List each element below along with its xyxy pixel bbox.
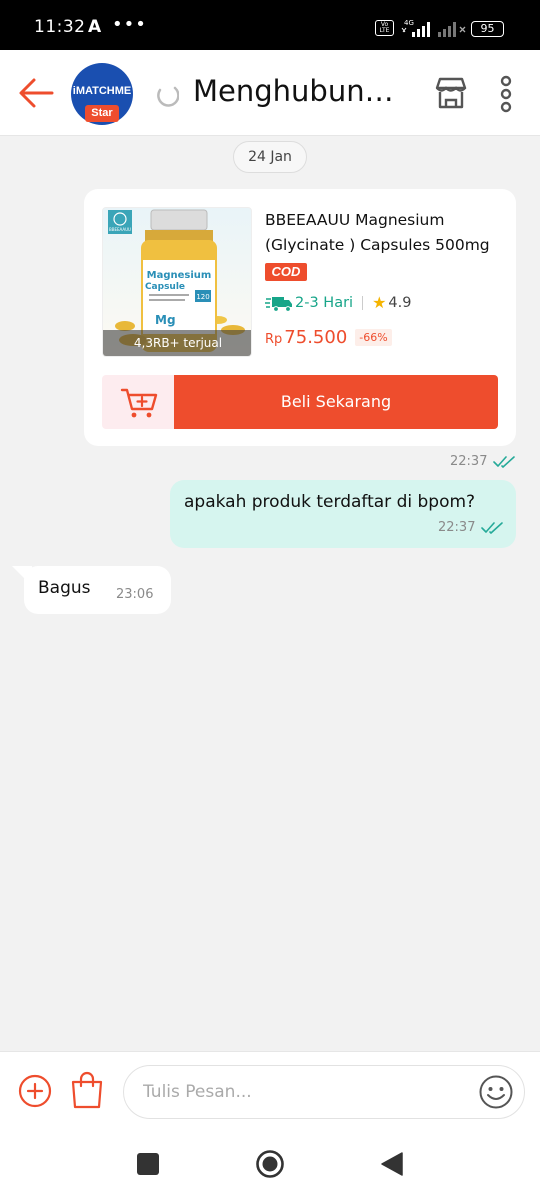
buy-now-button[interactable]: Beli Sekarang — [174, 375, 498, 429]
message-time: 23:06 — [116, 587, 154, 602]
signal-icon: 4G — [401, 19, 466, 37]
page-title: Menghubungkan... — [193, 74, 408, 108]
message-input[interactable] — [123, 1065, 525, 1119]
message-composer — [0, 1051, 540, 1129]
divider — [362, 296, 364, 310]
shopping-bag-icon[interactable] — [68, 1070, 106, 1110]
product-card-meta: 22:37 — [450, 454, 517, 469]
message-text: apakah produk terdaftar di bpom? — [184, 492, 476, 512]
network-type-label: 4G — [404, 19, 414, 27]
store-icon[interactable] — [432, 74, 470, 112]
discount-badge: -66% — [355, 329, 392, 346]
add-to-cart-button[interactable] — [102, 375, 174, 429]
add-cart-icon — [120, 388, 158, 418]
product-title[interactable]: BBEEAAUU Magnesium (Glycinate ) Capsules… — [265, 208, 497, 258]
star-badge: Star — [85, 105, 119, 122]
message-text: Bagus — [38, 578, 91, 598]
shop-avatar[interactable]: iMATCHME Star — [71, 63, 133, 125]
image-name-line1: Magnesium — [147, 270, 212, 281]
image-name-line2: Capsule — [145, 282, 185, 292]
avatar-brand-label: iMATCHME — [72, 85, 132, 97]
truck-icon — [265, 297, 292, 312]
system-nav-bar — [0, 1129, 540, 1200]
product-card[interactable]: BBEEAAUU Magnesium Capsule 120 Mg 4,3RB+… — [84, 189, 516, 446]
status-time: 11:32 — [34, 17, 86, 37]
home-button[interactable] — [255, 1149, 285, 1179]
plus-circle-icon[interactable] — [18, 1074, 52, 1108]
date-separator: 24 Jan — [233, 141, 307, 173]
nav-back-button[interactable] — [380, 1151, 404, 1177]
message-time: 22:37 — [450, 454, 488, 469]
shipping-row: 2-3 Hari ★ 4.9 — [265, 292, 411, 314]
status-bar: 11:32 A ••• Vo LTE 4G 95 — [0, 0, 540, 50]
image-symbol: Mg — [155, 313, 176, 327]
chat-header: iMATCHME Star Menghubungkan... — [0, 50, 540, 136]
sold-count: 4,3RB+ terjual — [103, 330, 251, 356]
price-amount: 75.500 — [284, 327, 348, 348]
cod-badge: COD — [265, 263, 307, 281]
volte-icon: Vo LTE — [375, 20, 394, 36]
image-count: 120 — [196, 293, 209, 301]
read-tick-icon — [493, 455, 516, 468]
loading-spinner-icon — [157, 86, 179, 107]
message-time: 22:37 — [438, 520, 476, 535]
read-tick-icon — [481, 521, 504, 534]
emoji-icon[interactable] — [478, 1074, 514, 1110]
price-currency: Rp — [265, 332, 283, 347]
incoming-message[interactable]: Bagus 23:06 — [24, 566, 171, 614]
recent-apps-button[interactable] — [137, 1153, 159, 1175]
shipping-time: 2-3 Hari — [295, 295, 354, 311]
price-row: Rp 75.500 -66% — [265, 327, 392, 353]
back-arrow-icon[interactable] — [16, 73, 56, 113]
status-more-icon: ••• — [112, 14, 147, 35]
image-brand-text: BBEEAAUU — [109, 227, 131, 232]
more-vertical-icon[interactable] — [494, 74, 518, 114]
rating-value: 4.9 — [388, 295, 412, 311]
product-image[interactable]: BBEEAAUU Magnesium Capsule 120 Mg 4,3RB+… — [102, 207, 252, 357]
battery-icon: 95 — [471, 21, 504, 37]
status-indicator: A — [88, 17, 102, 37]
star-icon: ★ — [372, 293, 387, 312]
message-meta: 22:37 — [438, 520, 505, 535]
outgoing-message[interactable]: apakah produk terdaftar di bpom? 22:37 — [170, 480, 516, 548]
